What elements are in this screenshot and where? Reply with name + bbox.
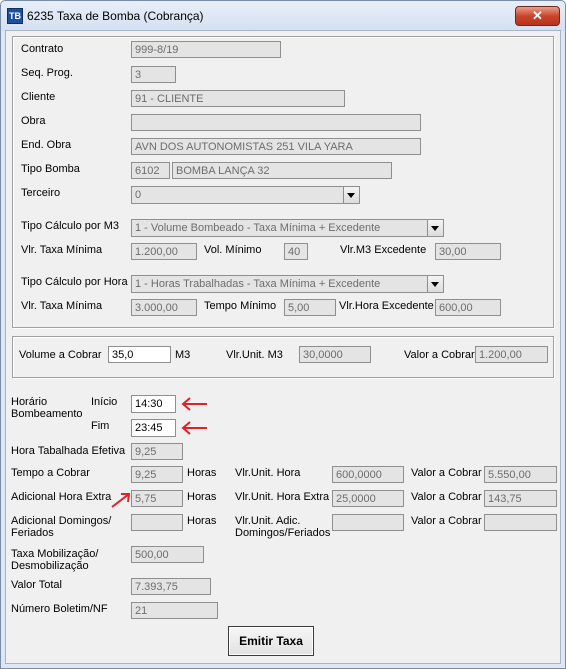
chevron-down-icon[interactable] [427,276,443,292]
chevron-down-icon[interactable] [427,220,443,236]
adicional-extra-unit-label: Vlr.Unit. Hora Extra [235,491,330,503]
arrow-annotation-fim [181,421,207,435]
end-obra-label: End. Obra [21,139,72,151]
adicional-dom-label-line1: Adicional Domingos/ [11,515,112,527]
inicio-input[interactable]: 14:30 [131,395,176,413]
calc-hora-taxa-label: Vlr. Taxa Mínima [21,300,103,312]
calc-hora-min-label: Tempo Mínimo [204,300,277,312]
calc-hora-value: 1 - Horas Trabalhadas - Taxa Mínima + Ex… [135,278,381,290]
obra-field [131,114,421,131]
terceiro-value: 0 [135,189,142,201]
valor-total-field: 7.393,75 [131,578,211,595]
adicional-dom-unit-field [332,514,404,531]
tempo-unit-field: 600,0000 [332,466,404,483]
tempo-unit: Horas [187,467,217,479]
contrato-label: Contrato [21,43,64,55]
calc-m3-taxa-field: 1.200,00 [131,243,197,260]
valor-total-label: Valor Total [11,579,62,591]
calc-hora-select[interactable]: 1 - Horas Trabalhadas - Taxa Mínima + Ex… [131,275,444,293]
close-button[interactable]: ✕ [515,6,560,26]
mobilizacao-field: 500,00 [131,546,204,563]
contrato-field: 999-8/19 [131,41,281,58]
seq-prog-field: 3 [131,66,176,83]
terceiro-select[interactable]: 0 [131,186,360,204]
fim-label: Fim [91,420,110,432]
tempo-unit-label: Vlr.Unit. Hora [235,467,301,479]
boletim-label: Número Boletim/NF [11,603,108,615]
calc-hora-label: Tipo Cálculo por Hora [21,276,128,288]
volume-unit-field: 30,0000 [299,346,371,363]
calc-m3-exc-label: Vlr.M3 Excedente [340,244,427,256]
volume-total-field: 1.200,00 [475,346,548,363]
adicional-extra-unit-field: 25,0000 [332,490,404,507]
terceiro-label: Terceiro [21,187,61,199]
adicional-dom-total-label: Valor a Cobrar [411,515,482,527]
calc-hora-taxa-field: 3.000,00 [131,299,197,316]
tipo-bomba-name-field: BOMBA LANÇA 32 [172,162,392,179]
tempo-field: 9,25 [131,466,183,483]
hora-efetiva-label: Hora Tabalhada Efetiva [11,445,126,457]
cliente-field: 91 - CLIENTE [131,90,345,107]
adicional-extra-label: Adicional Hora Extra [11,491,112,503]
title-bar: TB 6235 Taxa de Bomba (Cobrança) ✕ [1,1,565,31]
adicional-dom-label-line2: Feriados [11,527,54,539]
adicional-dom-field [131,514,183,531]
calc-m3-value: 1 - Volume Bombeado - Taxa Mínima + Exce… [135,222,381,234]
volume-unit-label: Vlr.Unit. M3 [226,349,283,361]
adicional-extra-total-label: Valor a Cobrar [411,491,482,503]
adicional-dom-unit-label-line2: Domingos/Feriados [235,527,331,539]
volume-label: Volume a Cobrar [19,349,102,361]
tipo-bomba-label: Tipo Bomba [21,163,80,175]
adicional-extra-unit: Horas [187,491,217,503]
calc-m3-select[interactable]: 1 - Volume Bombeado - Taxa Mínima + Exce… [131,219,444,237]
adicional-extra-field: 5,75 [131,490,183,507]
calc-hora-min-field: 5,00 [284,299,336,316]
tempo-label: Tempo a Cobrar [11,467,90,479]
obra-label: Obra [21,115,46,127]
tempo-total-field: 5.550,00 [484,466,557,483]
volume-input[interactable]: 35,0 [108,346,171,363]
inicio-label: Início [91,396,118,408]
tipo-bomba-code-field: 6102 [131,162,170,179]
calc-m3-label: Tipo Cálculo por M3 [21,220,120,232]
calc-hora-exc-field: 600,00 [435,299,501,316]
adicional-dom-unit: Horas [187,515,217,527]
calc-m3-taxa-label: Vlr. Taxa Mínima [21,244,103,256]
volume-unit: M3 [175,349,191,361]
adicional-extra-total-field: 143,75 [484,490,557,507]
adicional-dom-total-field [484,514,557,531]
hora-efetiva-field: 9,25 [131,443,183,460]
volume-total-label: Valor a Cobrar [404,349,475,361]
client-area: Contrato 999-8/19 Seq. Prog. 3 Cliente 9… [5,30,561,664]
arrow-annotation-inicio [181,397,207,411]
app-icon: TB [7,8,23,24]
window-title: 6235 Taxa de Bomba (Cobrança) [27,9,204,23]
tempo-total-label: Valor a Cobrar [411,467,482,479]
seq-prog-label: Seq. Prog. [21,67,73,79]
mobilizacao-label-line1: Taxa Mobilização/ [11,548,99,560]
arrow-annotation-extra [111,493,131,508]
calc-m3-min-label: Vol. Mínimo [204,244,262,256]
adicional-dom-unit-label-line1: Vlr.Unit. Adic. [235,515,301,527]
horario-label-line1: Horário [11,396,48,408]
fim-input[interactable]: 23:45 [131,419,176,437]
boletim-field: 21 [131,602,218,619]
emitir-taxa-button[interactable]: Emitir Taxa [228,626,314,656]
cliente-label: Cliente [21,91,56,103]
calc-hora-exc-label: Vlr.Hora Excedente [339,300,434,312]
chevron-down-icon[interactable] [343,187,359,203]
calc-m3-min-field: 40 [284,243,308,260]
calc-m3-exc-field: 30,00 [435,243,501,260]
horario-label-line2: Bombeamento [11,408,83,420]
end-obra-field: AVN DOS AUTONOMISTAS 251 VILA YARA [131,138,421,155]
mobilizacao-label-line2: Desmobilização [11,560,89,572]
